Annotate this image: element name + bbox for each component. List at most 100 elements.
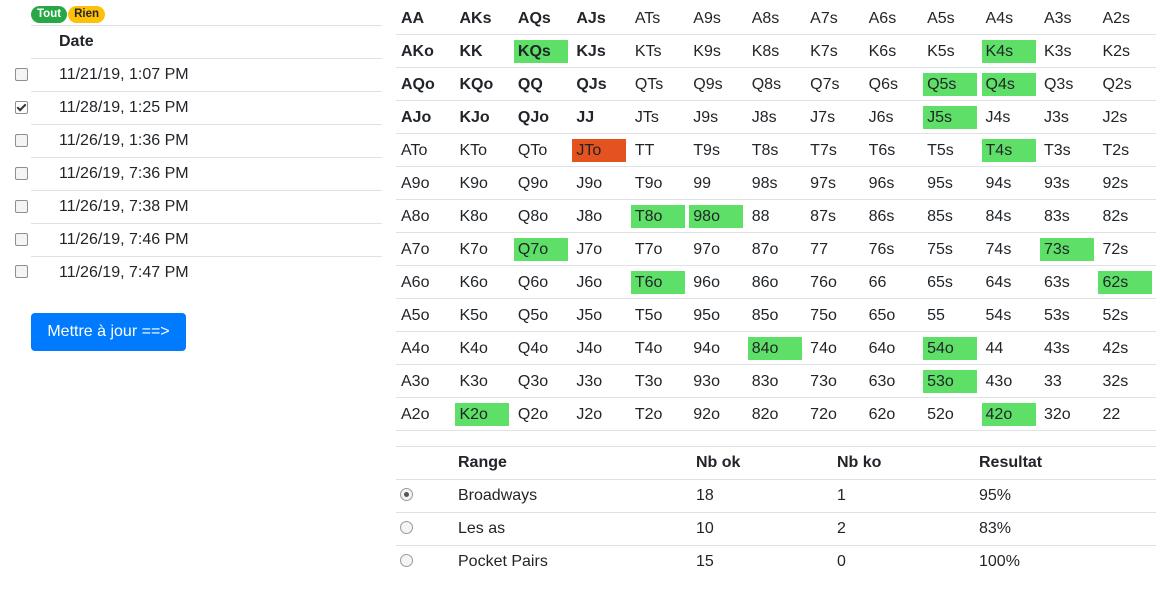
hand-cell[interactable]: K7o (454, 232, 513, 266)
hand-cell[interactable]: T2o (629, 397, 689, 431)
hand-cell[interactable]: A8s (747, 2, 805, 35)
hand-cell[interactable]: 73s (1038, 232, 1098, 266)
hand-cell[interactable]: 87s (805, 199, 864, 233)
hand-cell[interactable]: QTo (512, 133, 572, 167)
hand-cell[interactable]: T3s (1038, 133, 1098, 167)
hand-cell[interactable]: K9o (454, 166, 513, 200)
session-checkbox[interactable] (15, 265, 28, 279)
hand-cell[interactable]: 74o (805, 331, 864, 365)
hand-cell[interactable]: A2s (1097, 2, 1156, 35)
hand-cell[interactable]: K4s (980, 34, 1039, 68)
hand-cell[interactable]: KJo (454, 100, 513, 134)
hand-cell[interactable]: K5o (454, 298, 513, 332)
hand-cell[interactable]: J4s (980, 100, 1039, 134)
hand-cell[interactable]: A7s (805, 2, 863, 35)
select-none-badge[interactable]: Rien (68, 6, 105, 23)
hand-cell[interactable]: 96s (863, 166, 923, 200)
hand-cell[interactable]: J2s (1097, 100, 1156, 134)
hand-cell[interactable]: QJo (512, 100, 572, 134)
hand-cell[interactable]: Q6s (863, 67, 923, 101)
hand-cell[interactable]: A5s (922, 2, 980, 35)
hand-cell[interactable]: K8o (454, 199, 513, 233)
hand-cell[interactable]: A3o (396, 364, 455, 398)
hand-cell[interactable]: A8o (396, 199, 455, 233)
hand-cell[interactable]: 93o (688, 364, 747, 398)
hand-cell[interactable]: 54s (980, 298, 1039, 332)
hand-cell[interactable]: J5o (571, 298, 630, 332)
hand-cell[interactable]: 97s (805, 166, 864, 200)
session-checkbox[interactable] (15, 67, 28, 81)
hand-cell[interactable]: 75o (805, 298, 864, 332)
hand-cell[interactable]: K2s (1097, 34, 1156, 68)
hand-cell[interactable]: 88 (746, 199, 806, 233)
hand-cell[interactable]: 96o (688, 265, 747, 299)
hand-cell[interactable]: KTs (629, 34, 689, 68)
hand-cell[interactable]: 54o (922, 331, 981, 365)
hand-cell[interactable]: 64s (980, 265, 1039, 299)
hand-cell[interactable]: 53o (922, 364, 981, 398)
hand-cell[interactable]: K4o (454, 331, 513, 365)
hand-cell[interactable]: 74s (980, 232, 1039, 266)
hand-cell[interactable]: 82o (746, 397, 806, 431)
hand-cell[interactable]: A9o (396, 166, 455, 200)
hand-cell[interactable]: J9o (571, 166, 630, 200)
hand-cell[interactable]: 55 (922, 298, 981, 332)
hand-cell[interactable]: 85s (922, 199, 981, 233)
hand-cell[interactable]: AQs (513, 2, 571, 35)
hand-cell[interactable]: 63o (863, 364, 923, 398)
hand-cell[interactable]: A7o (396, 232, 455, 266)
session-checkbox[interactable] (15, 232, 28, 246)
hand-cell[interactable]: K2o (454, 397, 513, 431)
range-radio[interactable] (400, 553, 413, 567)
hand-cell[interactable]: 63s (1038, 265, 1098, 299)
hand-cell[interactable]: J3s (1038, 100, 1098, 134)
hand-cell[interactable]: J8o (571, 199, 630, 233)
hand-cell[interactable]: 83s (1038, 199, 1098, 233)
hand-cell[interactable]: Q5o (512, 298, 572, 332)
hand-cell[interactable]: Q9s (688, 67, 747, 101)
hand-cell[interactable]: 94s (980, 166, 1039, 200)
hand-cell[interactable]: J2o (571, 397, 630, 431)
hand-cell[interactable]: KJs (571, 34, 630, 68)
hand-cell[interactable]: AQo (396, 67, 455, 101)
range-radio[interactable] (400, 487, 413, 501)
hand-cell[interactable]: T4o (629, 331, 689, 365)
hand-cell[interactable]: 86o (746, 265, 806, 299)
hand-cell[interactable]: A6o (396, 265, 455, 299)
hand-cell[interactable]: Q7s (805, 67, 864, 101)
hand-cell[interactable]: 52s (1097, 298, 1156, 332)
hand-cell[interactable]: J8s (746, 100, 806, 134)
hand-cell[interactable]: Q4o (512, 331, 572, 365)
hand-cell[interactable]: J7o (571, 232, 630, 266)
hand-cell[interactable]: K7s (805, 34, 864, 68)
hand-cell[interactable]: KK (454, 34, 513, 68)
session-checkbox[interactable] (15, 100, 28, 114)
hand-cell[interactable]: 72o (805, 397, 864, 431)
hand-cell[interactable]: 98s (746, 166, 806, 200)
hand-cell[interactable]: A5o (396, 298, 455, 332)
hand-cell[interactable]: T9o (629, 166, 689, 200)
hand-cell[interactable]: Q9o (512, 166, 572, 200)
hand-cell[interactable]: Q5s (922, 67, 981, 101)
hand-cell[interactable]: 99 (688, 166, 747, 200)
hand-cell[interactable]: 87o (746, 232, 806, 266)
hand-cell[interactable]: AA (396, 2, 454, 35)
hand-cell[interactable]: QJs (571, 67, 630, 101)
hand-cell[interactable]: 93s (1038, 166, 1098, 200)
hand-cell[interactable]: A2o (396, 397, 455, 431)
hand-cell[interactable]: 92s (1097, 166, 1156, 200)
hand-cell[interactable]: T7o (629, 232, 689, 266)
hand-cell[interactable]: 75s (922, 232, 981, 266)
hand-cell[interactable]: Q3o (512, 364, 572, 398)
hand-cell[interactable]: 83o (746, 364, 806, 398)
hand-cell[interactable]: Q8o (512, 199, 572, 233)
hand-cell[interactable]: AJs (571, 2, 629, 35)
hand-cell[interactable]: 84s (980, 199, 1039, 233)
hand-cell[interactable]: 62o (863, 397, 923, 431)
update-button[interactable]: Mettre à jour ==> (31, 313, 186, 351)
hand-cell[interactable]: J5s (922, 100, 981, 134)
hand-cell[interactable]: 52o (922, 397, 981, 431)
hand-cell[interactable]: ATs (630, 2, 688, 35)
hand-cell[interactable]: 77 (805, 232, 864, 266)
hand-cell[interactable]: A3s (1039, 2, 1097, 35)
